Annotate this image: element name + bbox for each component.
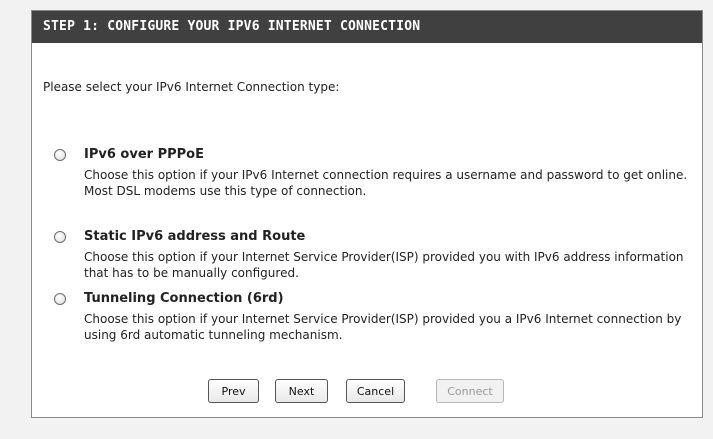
prev-button[interactable]: Prev — [208, 379, 259, 403]
option-description: Choose this option if your Internet Serv… — [84, 312, 682, 342]
option-title: Static IPv6 address and Route — [84, 229, 306, 244]
intro-text: Please select your IPv6 Internet Connect… — [43, 80, 340, 94]
option-description: Choose this option if your IPv6 Internet… — [84, 168, 688, 198]
option-title: IPv6 over PPPoE — [84, 147, 204, 162]
cancel-button[interactable]: Cancel — [346, 379, 405, 403]
wizard-panel: STEP 1: CONFIGURE YOUR IPV6 INTERNET CON… — [31, 10, 703, 418]
radio-tunneling-6rd[interactable] — [54, 293, 66, 305]
radio-ipv6-pppoe[interactable] — [54, 149, 66, 161]
option-title: Tunneling Connection (6rd) — [84, 291, 284, 306]
option-description: Choose this option if your Internet Serv… — [84, 250, 684, 280]
radio-static-ipv6[interactable] — [54, 231, 66, 243]
button-row: Prev Next Cancel Connect — [32, 379, 702, 405]
next-button[interactable]: Next — [275, 379, 328, 403]
step-header: STEP 1: CONFIGURE YOUR IPV6 INTERNET CON… — [32, 11, 702, 43]
connect-button: Connect — [436, 379, 504, 403]
